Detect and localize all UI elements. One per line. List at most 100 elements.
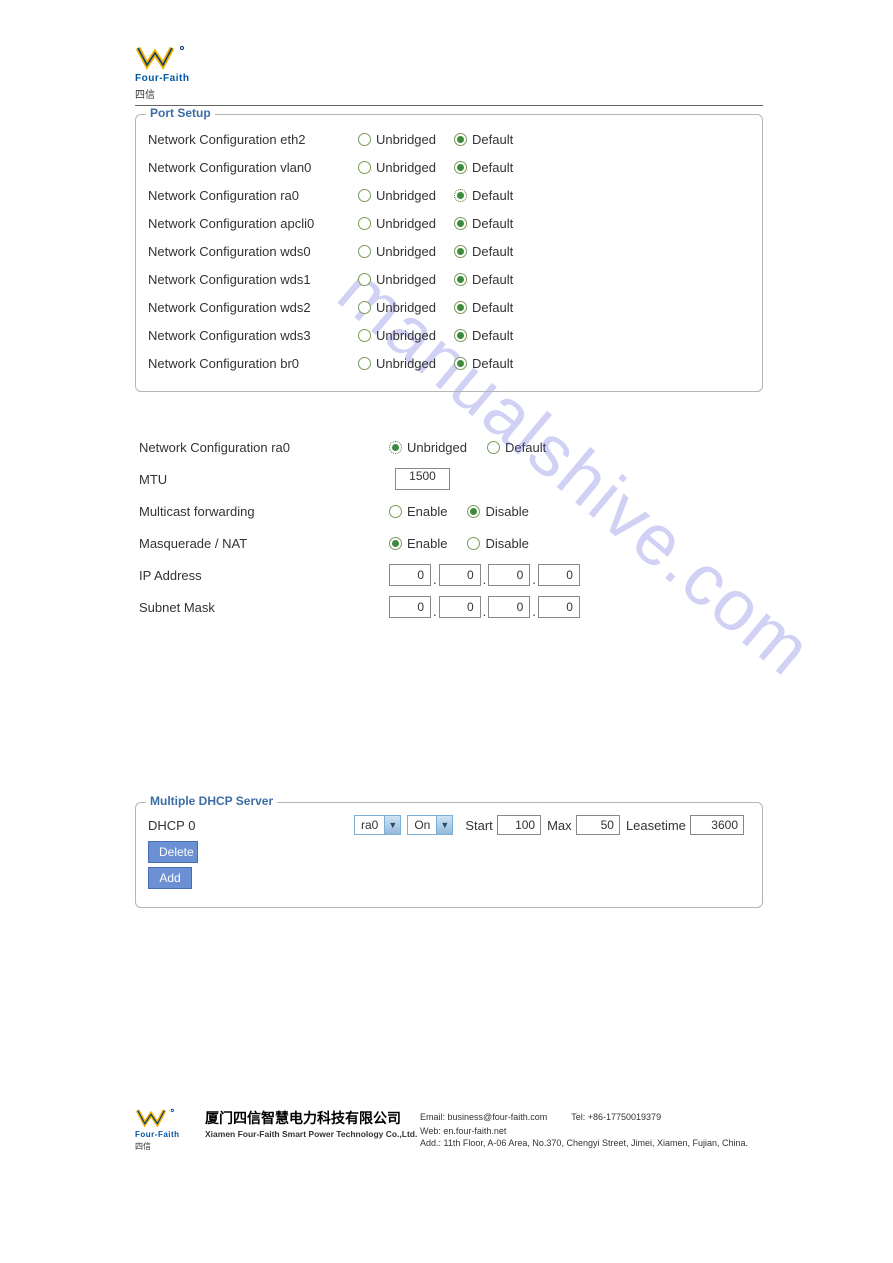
port-row-label: Network Configuration wds2 (148, 300, 358, 315)
port-default-option[interactable]: Default (454, 188, 513, 203)
header-logo: Four-Faith 四信 (135, 45, 763, 101)
port-default-option[interactable]: Default (454, 160, 513, 175)
multicast-disable-option[interactable]: Disable (467, 504, 528, 519)
radio-icon (454, 273, 467, 286)
radio-icon (389, 441, 402, 454)
ip-octet[interactable]: 0 (538, 564, 580, 586)
dhcp-max-label: Max (547, 818, 572, 833)
multicast-enable-option[interactable]: Enable (389, 504, 447, 519)
port-unbridged-label: Unbridged (376, 300, 436, 315)
dhcp-max-input[interactable]: 50 (576, 815, 620, 835)
interface-detail: Network Configuration ra0 Unbridged Defa… (135, 432, 763, 622)
dhcp-interface-select[interactable]: ra0 ▼ (354, 815, 401, 835)
dhcp-interface-value: ra0 (355, 818, 384, 832)
chevron-down-icon: ▼ (384, 816, 400, 834)
port-unbridged-option[interactable]: Unbridged (358, 328, 436, 343)
footer-logo: Four-Faith 四信 (135, 1108, 195, 1152)
port-unbridged-option[interactable]: Unbridged (358, 188, 436, 203)
dhcp-start-input[interactable]: 100 (497, 815, 541, 835)
detail-unbridged-label: Unbridged (407, 440, 467, 455)
ip-octet[interactable]: 0 (439, 564, 481, 586)
port-unbridged-label: Unbridged (376, 188, 436, 203)
dhcp-state-select[interactable]: On ▼ (407, 815, 453, 835)
port-default-option[interactable]: Default (454, 244, 513, 259)
radio-icon (487, 441, 500, 454)
ip-address-label: IP Address (139, 568, 389, 583)
mtu-input[interactable]: 1500 (395, 468, 450, 490)
port-default-option[interactable]: Default (454, 356, 513, 371)
radio-icon (358, 273, 371, 286)
ip-octet[interactable]: 0 (389, 564, 431, 586)
detail-default-option[interactable]: Default (487, 440, 546, 455)
radio-icon (454, 301, 467, 314)
ip-address-input[interactable]: 0. 0. 0. 0 (389, 564, 580, 586)
multicast-disable-label: Disable (485, 504, 528, 519)
dhcp-lease-input[interactable]: 3600 (690, 815, 744, 835)
mask-octet[interactable]: 0 (389, 596, 431, 618)
port-unbridged-option[interactable]: Unbridged (358, 132, 436, 147)
detail-default-label: Default (505, 440, 546, 455)
port-row-label: Network Configuration vlan0 (148, 160, 358, 175)
footer-email: Email: business@four-faith.com (420, 1110, 547, 1124)
radio-icon (389, 537, 402, 550)
radio-icon (454, 161, 467, 174)
logo-mark-icon (135, 1108, 175, 1130)
port-unbridged-label: Unbridged (376, 244, 436, 259)
port-default-label: Default (472, 300, 513, 315)
port-setup-row: Network Configuration apcli0UnbridgedDef… (148, 209, 750, 237)
radio-icon (358, 161, 371, 174)
masq-disable-option[interactable]: Disable (467, 536, 528, 551)
detail-unbridged-option[interactable]: Unbridged (389, 440, 467, 455)
mask-octet[interactable]: 0 (439, 596, 481, 618)
port-default-label: Default (472, 356, 513, 371)
radio-icon (454, 357, 467, 370)
detail-heading: Network Configuration ra0 (139, 440, 389, 455)
dhcp-legend: Multiple DHCP Server (146, 794, 277, 808)
port-setup-fieldset: Port Setup Network Configuration eth2Unb… (135, 114, 763, 392)
port-unbridged-option[interactable]: Unbridged (358, 300, 436, 315)
footer-web: Web: en.four-faith.net (420, 1124, 506, 1138)
footer-company-en: Xiamen Four-Faith Smart Power Technology… (205, 1129, 420, 1139)
mask-octet[interactable]: 0 (488, 596, 530, 618)
port-row-label: Network Configuration wds1 (148, 272, 358, 287)
port-setup-legend: Port Setup (146, 106, 215, 120)
subnet-mask-label: Subnet Mask (139, 600, 389, 615)
port-default-label: Default (472, 132, 513, 147)
dhcp-server-fieldset: Multiple DHCP Server DHCP 0 ra0 ▼ On ▼ S… (135, 802, 763, 908)
port-unbridged-option[interactable]: Unbridged (358, 356, 436, 371)
radio-icon (358, 301, 371, 314)
subnet-mask-input[interactable]: 0. 0. 0. 0 (389, 596, 580, 618)
logo-subtext: 四信 (135, 86, 763, 101)
masq-enable-option[interactable]: Enable (389, 536, 447, 551)
mask-octet[interactable]: 0 (538, 596, 580, 618)
port-row-label: Network Configuration wds3 (148, 328, 358, 343)
port-default-option[interactable]: Default (454, 132, 513, 147)
port-unbridged-label: Unbridged (376, 132, 436, 147)
dhcp-state-value: On (408, 818, 436, 832)
footer-company-cn: 厦门四信智慧电力科技有限公司 (205, 1108, 420, 1128)
dhcp-row-label: DHCP 0 (148, 818, 354, 833)
add-button[interactable]: Add (148, 867, 192, 889)
delete-button[interactable]: Delete (148, 841, 198, 863)
page-footer: Four-Faith 四信 厦门四信智慧电力科技有限公司 Xiamen Four… (135, 1108, 763, 1152)
port-unbridged-option[interactable]: Unbridged (358, 272, 436, 287)
masquerade-label: Masquerade / NAT (139, 536, 389, 551)
port-unbridged-option[interactable]: Unbridged (358, 244, 436, 259)
port-unbridged-label: Unbridged (376, 272, 436, 287)
port-default-option[interactable]: Default (454, 216, 513, 231)
masq-enable-label: Enable (407, 536, 447, 551)
multicast-enable-label: Enable (407, 504, 447, 519)
radio-icon (454, 133, 467, 146)
port-default-option[interactable]: Default (454, 300, 513, 315)
radio-icon (358, 189, 371, 202)
port-unbridged-option[interactable]: Unbridged (358, 216, 436, 231)
radio-icon (358, 329, 371, 342)
port-unbridged-option[interactable]: Unbridged (358, 160, 436, 175)
ip-octet[interactable]: 0 (488, 564, 530, 586)
port-setup-row: Network Configuration wds0UnbridgedDefau… (148, 237, 750, 265)
radio-icon (358, 357, 371, 370)
port-default-option[interactable]: Default (454, 328, 513, 343)
port-setup-row: Network Configuration ra0UnbridgedDefaul… (148, 181, 750, 209)
port-default-option[interactable]: Default (454, 272, 513, 287)
logo-mark-icon (135, 45, 185, 73)
